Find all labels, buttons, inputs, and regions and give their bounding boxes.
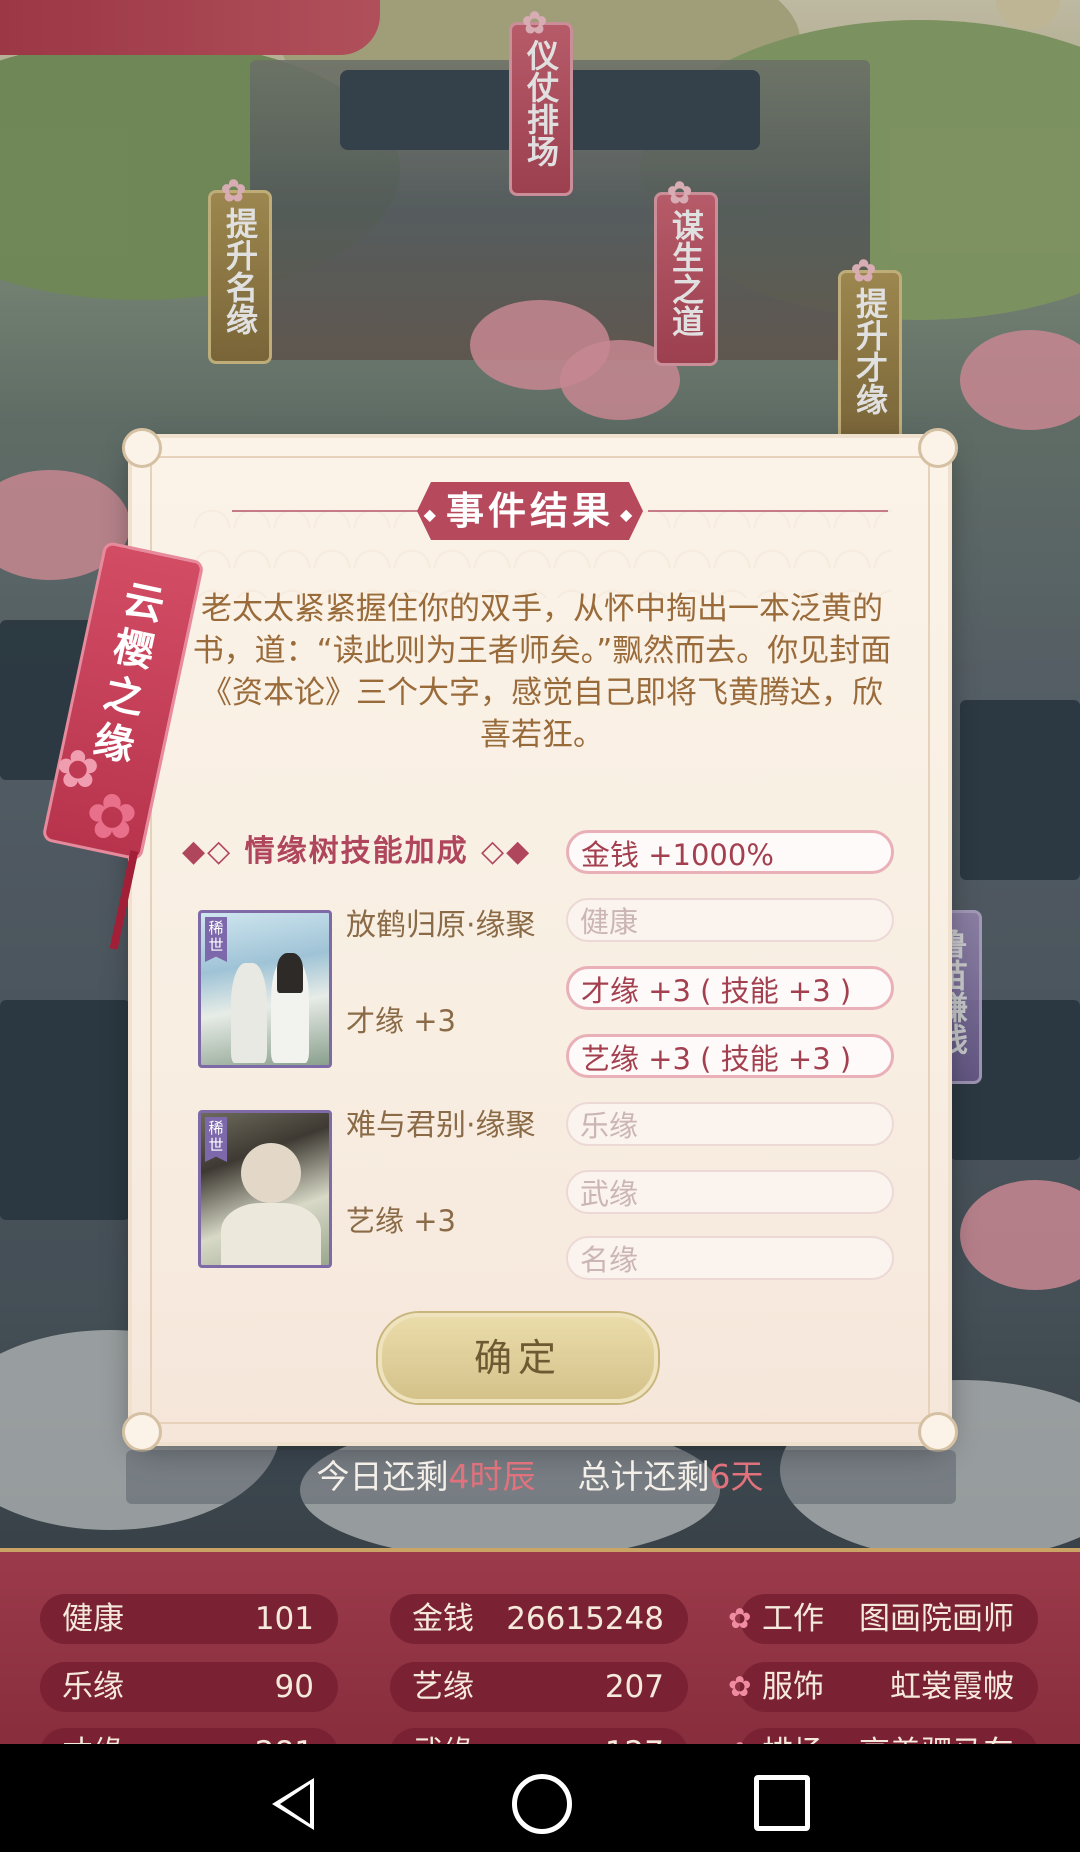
- back-icon-inner: [280, 1784, 310, 1824]
- corner-ornament: [122, 1412, 162, 1452]
- hero-bonus: 才缘 +3: [346, 1004, 456, 1038]
- hero-bonus: 艺缘 +3: [346, 1204, 456, 1238]
- sakura-icon: ✿: [728, 1602, 752, 1635]
- corner-ornament: [122, 428, 162, 468]
- stat-row-outfit[interactable]: ✿ 服饰 虹裳霞帔: [728, 1662, 1038, 1712]
- stat-talent: 才缘 +3 ( 技能 +3 ): [566, 966, 894, 1010]
- stat-label: 乐缘: [62, 1669, 124, 1705]
- stat-martial: 武缘: [566, 1170, 894, 1214]
- stat-row: 金钱 26615248: [390, 1594, 688, 1644]
- stat-value: 26615248: [506, 1601, 664, 1637]
- today-value: 4时辰: [448, 1457, 536, 1496]
- diamond-icon: ◆: [620, 504, 637, 524]
- sakura-icon: ✿: [86, 780, 138, 853]
- hero-name: 难与君别·缘聚: [346, 1108, 536, 1143]
- diamond-icon: ◆: [423, 504, 440, 524]
- stat-art: 艺缘 +3 ( 技能 +3 ): [566, 1034, 894, 1078]
- title-rule: [232, 510, 432, 512]
- total-label: 总计还剩: [577, 1457, 710, 1496]
- recents-icon[interactable]: [754, 1775, 810, 1831]
- hero-card[interactable]: 稀世: [198, 910, 332, 1068]
- stat-money: 金钱 +1000%: [566, 830, 894, 874]
- stat-value: 207: [604, 1669, 664, 1705]
- dialog-title-text: 事件结果: [445, 488, 614, 533]
- stat-value: 101: [254, 1601, 314, 1637]
- stat-label: 健康: [62, 1601, 124, 1637]
- sakura-icon: ✿: [728, 1670, 752, 1703]
- hero-figure: [231, 963, 267, 1063]
- stat-label: 艺缘: [412, 1669, 474, 1705]
- bonus-header: ◆◇ 情缘树技能加成 ◇◆: [182, 834, 532, 869]
- today-label: 今日还剩: [316, 1457, 449, 1496]
- stat-value: 90: [274, 1669, 314, 1705]
- hero-hair: [277, 953, 303, 993]
- stat-fame: 名缘: [566, 1236, 894, 1280]
- stat-label: 工作: [762, 1601, 824, 1637]
- stat-row-job[interactable]: ✿ 工作 图画院画师: [728, 1594, 1038, 1644]
- stat-value: 图画院画师: [859, 1601, 1014, 1637]
- stat-row: 艺缘 207: [390, 1662, 688, 1712]
- confirm-button[interactable]: 确定: [378, 1313, 658, 1403]
- home-icon[interactable]: [512, 1774, 572, 1834]
- stat-value: 虹裳霞帔: [890, 1669, 1014, 1705]
- total-value: 6天: [709, 1457, 764, 1496]
- player-stats-panel: 健康 101 乐缘 90 才缘 281 金钱 26615248 艺缘 207 武…: [0, 1548, 1080, 1778]
- stat-row: 乐缘 90: [40, 1662, 338, 1712]
- corner-ornament: [918, 1412, 958, 1452]
- stat-label: 金钱: [412, 1601, 474, 1637]
- stat-music: 乐缘: [566, 1102, 894, 1146]
- hero-name: 放鹤归原·缘聚: [346, 908, 536, 943]
- rarity-badge: 稀世: [205, 917, 227, 962]
- rarity-badge: 稀世: [205, 1117, 227, 1162]
- hero-face: [241, 1143, 301, 1203]
- hero-robe: [221, 1203, 321, 1265]
- dialog-title: ◆ 事件结果 ◆: [417, 482, 643, 540]
- event-result-dialog: ◆ 事件结果 ◆ 老太太紧紧握住你的双手，从怀中掏出一本泛黄的书，道：“读此则为王者…: [122, 428, 958, 1452]
- stat-health: 健康: [566, 898, 894, 942]
- time-remaining: 今日还剩4时辰 总计还剩6天: [0, 1450, 1080, 1504]
- hero-card[interactable]: 稀世: [198, 1110, 332, 1268]
- stat-row: 健康 101: [40, 1594, 338, 1644]
- title-rule: [648, 510, 888, 512]
- corner-ornament: [918, 428, 958, 468]
- event-story: 老太太紧紧握住你的双手，从怀中掏出一本泛黄的书，道：“读此则为王者师矣。”飘然而…: [192, 591, 892, 753]
- stat-label: 服饰: [762, 1669, 824, 1705]
